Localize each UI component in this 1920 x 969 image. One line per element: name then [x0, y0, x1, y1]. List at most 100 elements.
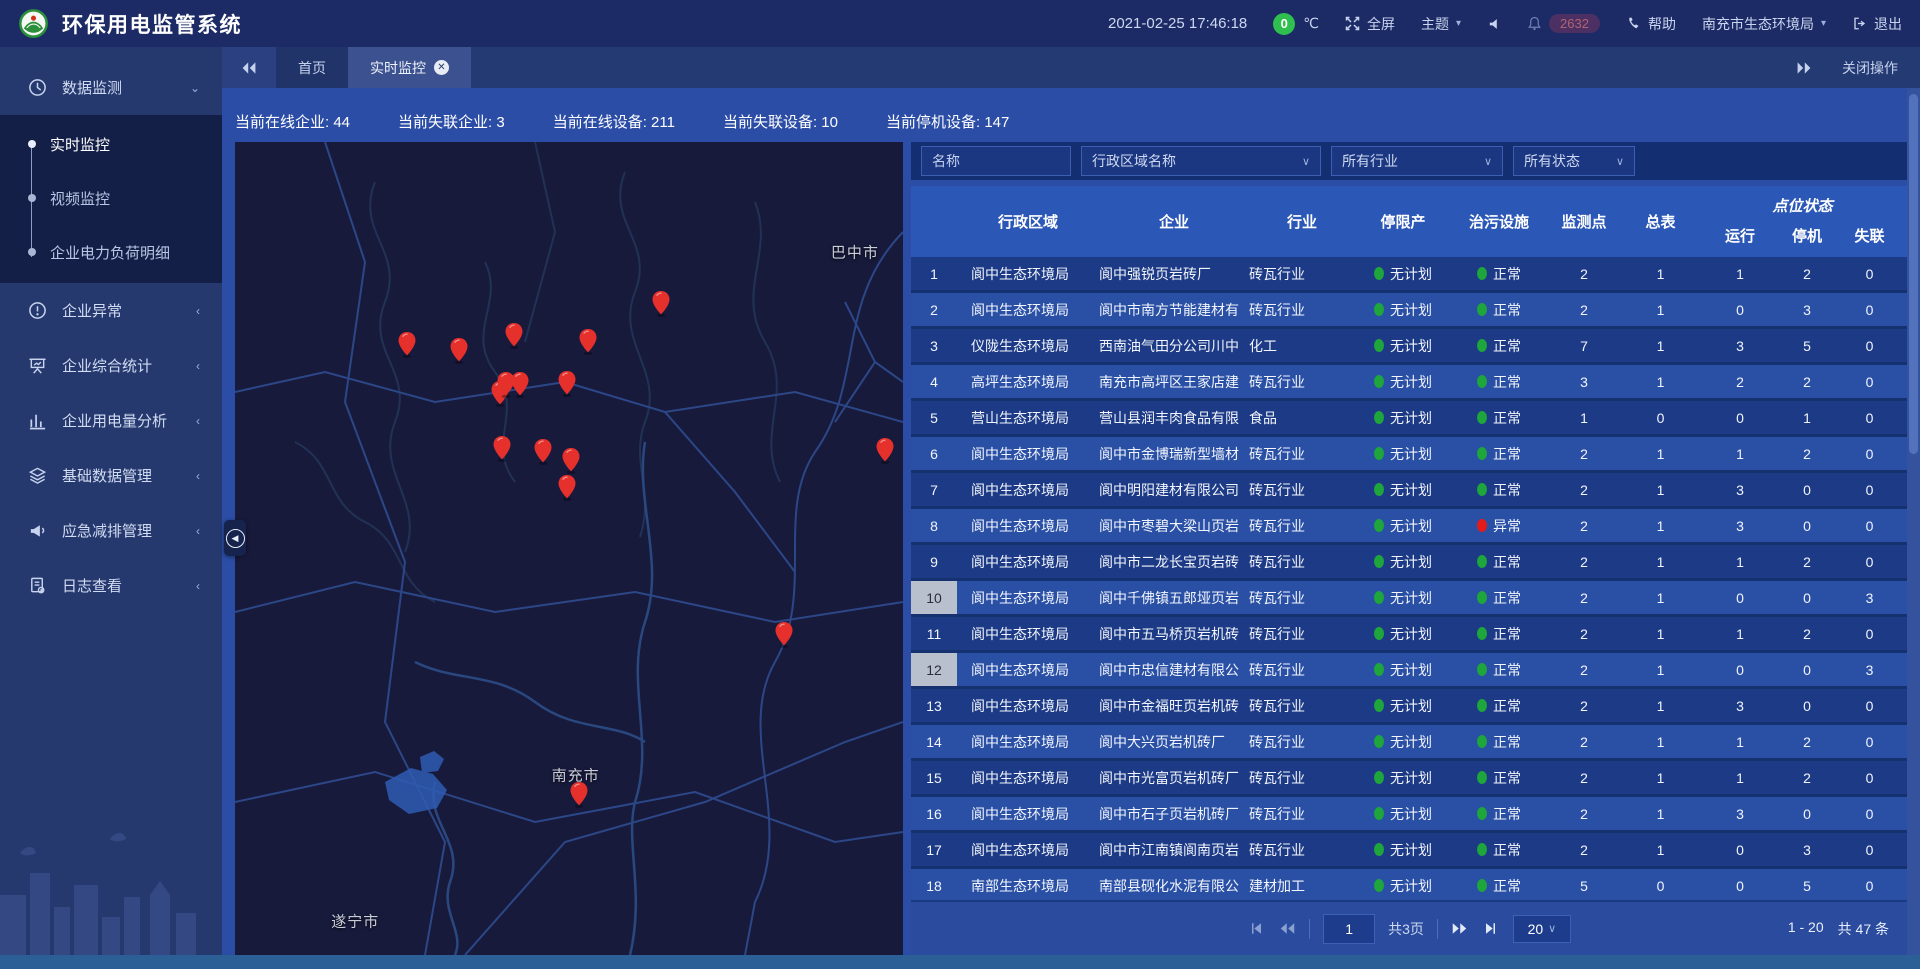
status-select[interactable]: 所有状态 ∨	[1513, 146, 1635, 176]
status-dot-icon	[1374, 699, 1384, 712]
map-panel[interactable]: ◀ 巴中市南充市遂宁市	[235, 142, 903, 955]
table-row[interactable]: 4高坪生态环境局南充市高坪区王家店建砖瓦行业无计划正常31220	[911, 365, 1907, 401]
map-collapse-handle[interactable]: ◀	[224, 520, 246, 556]
table-row[interactable]: 10阆中生态环境局阆中千佛镇五郎垭页岩砖瓦行业无计划正常21003	[911, 581, 1907, 617]
cell-company: 阆中大兴页岩机砖厂	[1099, 725, 1249, 758]
table-row[interactable]: 14阆中生态环境局阆中大兴页岩机砖厂砖瓦行业无计划正常21120	[911, 725, 1907, 761]
map-pin[interactable]	[450, 338, 468, 364]
notifications-button[interactable]: 2632	[1527, 14, 1600, 33]
name-input[interactable]	[921, 146, 1071, 176]
tabs-scroll-left-button[interactable]	[222, 47, 276, 88]
cell-lost-count: 0	[1834, 473, 1905, 506]
status-dot-icon	[1477, 483, 1487, 496]
region-select[interactable]: 行政区域名称 ∨	[1081, 146, 1321, 176]
close-operations-button[interactable]: 关闭操作	[1842, 58, 1898, 78]
cell-company: 阆中市五马桥页岩机砖	[1099, 617, 1249, 650]
map-pin[interactable]	[534, 439, 552, 465]
theme-button[interactable]: 主题 ▾	[1421, 14, 1461, 34]
table-row[interactable]: 15阆中生态环境局阆中市光富页岩机砖厂砖瓦行业无计划正常21120	[911, 761, 1907, 797]
map-pin[interactable]	[558, 371, 576, 397]
map-pin[interactable]	[652, 291, 670, 317]
cell-region: 阆中生态环境局	[957, 797, 1099, 830]
tabs-scroll-right-button[interactable]	[1796, 61, 1812, 75]
table-row[interactable]: 12阆中生态环境局阆中市忠信建材有限公砖瓦行业无计划正常21003	[911, 653, 1907, 689]
map-pin[interactable]	[775, 622, 793, 648]
logout-button[interactable]: 退出	[1852, 14, 1902, 34]
cell-production-status: 无计划	[1355, 653, 1451, 686]
sidebar-group-2[interactable]: 企业综合统计‹	[0, 338, 222, 393]
sidebar-group-label: 企业用电量分析	[62, 410, 167, 431]
map-pin[interactable]	[505, 323, 523, 349]
table-row[interactable]: 18南部生态环境局南部县砚化水泥有限公建材加工无计划正常50050	[911, 869, 1907, 900]
page-first-button[interactable]	[1247, 920, 1265, 938]
map-pin[interactable]	[398, 332, 416, 358]
sidebar-group-0[interactable]: 数据监测⌄	[0, 60, 222, 115]
cell-meter-count: 1	[1621, 329, 1700, 362]
content-scrollbar[interactable]	[1907, 88, 1920, 955]
map-pin[interactable]	[511, 372, 529, 398]
cell-facility-label: 正常	[1493, 696, 1521, 716]
table-row[interactable]: 9阆中生态环境局阆中市二龙长宝页岩砖砖瓦行业无计划正常21120	[911, 545, 1907, 581]
content-area: 当前在线企业: 44当前失联企业: 3当前在线设备: 211当前失联设备: 10…	[222, 88, 1920, 955]
cell-industry: 砖瓦行业	[1249, 545, 1355, 578]
scrollbar-thumb[interactable]	[1909, 94, 1918, 454]
page-input[interactable]	[1323, 914, 1375, 944]
sidebar-group-4[interactable]: 基础数据管理‹	[0, 448, 222, 503]
table-row[interactable]: 13阆中生态环境局阆中市金福旺页岩机砖砖瓦行业无计划正常21300	[911, 689, 1907, 725]
page-next-button[interactable]	[1451, 920, 1469, 938]
sidebar-group-5[interactable]: 应急减排管理‹	[0, 503, 222, 558]
table-row[interactable]: 7阆中生态环境局阆中明阳建材有限公司砖瓦行业无计划正常21300	[911, 473, 1907, 509]
cell-index: 10	[911, 581, 957, 614]
user-menu[interactable]: 南充市生态环境局 ▾	[1702, 14, 1826, 34]
map-pin[interactable]	[876, 438, 894, 464]
tab-close-icon[interactable]: ✕	[434, 60, 449, 75]
tab-realtime-monitoring[interactable]: 实时监控 ✕	[348, 47, 471, 88]
cell-region: 阆中生态环境局	[957, 437, 1099, 470]
sidebar-group-label: 数据监测	[62, 77, 122, 98]
mute-button[interactable]	[1487, 17, 1501, 31]
page-size-select[interactable]: 20 ∨	[1513, 915, 1571, 943]
table-row[interactable]: 2阆中生态环境局阆中市南方节能建材有砖瓦行业无计划正常21030	[911, 293, 1907, 329]
gauge-icon	[28, 78, 48, 98]
table-row[interactable]: 1阆中生态环境局阆中强锐页岩砖厂砖瓦行业无计划正常21120	[911, 257, 1907, 293]
cell-facility-label: 正常	[1493, 480, 1521, 500]
cell-facility-status: 正常	[1451, 833, 1547, 866]
table-row[interactable]: 16阆中生态环境局阆中市石子页岩机砖厂砖瓦行业无计划正常21300	[911, 797, 1907, 833]
col-stop: 停机	[1780, 225, 1834, 246]
logout-label: 退出	[1874, 14, 1902, 34]
sidebar-item-0-2[interactable]: 企业电力负荷明细	[0, 225, 222, 279]
map-pin[interactable]	[579, 329, 597, 355]
col-facility: 治污设施	[1451, 186, 1547, 257]
tab-home[interactable]: 首页	[276, 47, 348, 88]
map-pin[interactable]	[570, 782, 588, 808]
cell-run-count: 3	[1700, 797, 1780, 830]
map-pin[interactable]	[493, 436, 511, 462]
cell-lost-count: 0	[1834, 617, 1905, 650]
cell-facility-status: 正常	[1451, 761, 1547, 794]
table-row[interactable]: 5营山生态环境局营山县润丰肉食品有限食品无计划正常10010	[911, 401, 1907, 437]
cell-lost-count: 0	[1834, 869, 1905, 900]
logout-icon	[1852, 16, 1867, 31]
industry-select[interactable]: 所有行业 ∨	[1331, 146, 1503, 176]
fullscreen-button[interactable]: 全屏	[1345, 14, 1395, 34]
cell-monitor-count: 2	[1547, 761, 1621, 794]
page-prev-button[interactable]	[1278, 920, 1296, 938]
table-row[interactable]: 8阆中生态环境局阆中市枣碧大梁山页岩砖瓦行业无计划异常21300	[911, 509, 1907, 545]
table-row[interactable]: 6阆中生态环境局阆中市金博瑞新型墙材砖瓦行业无计划正常21120	[911, 437, 1907, 473]
chevron-left-icon: ‹	[196, 524, 200, 538]
map-pin[interactable]	[562, 448, 580, 474]
page-last-button[interactable]	[1482, 920, 1500, 938]
table-row[interactable]: 11阆中生态环境局阆中市五马桥页岩机砖砖瓦行业无计划正常21120	[911, 617, 1907, 653]
map-pin[interactable]	[558, 475, 576, 501]
cell-production-status: 无计划	[1355, 617, 1451, 650]
sidebar-item-0-0[interactable]: 实时监控	[0, 117, 222, 171]
table-row[interactable]: 3仪陇生态环境局西南油气田分公司川中化工无计划正常71350	[911, 329, 1907, 365]
status-select-value: 所有状态	[1524, 151, 1580, 171]
sidebar-group-6[interactable]: 日志查看‹	[0, 558, 222, 613]
cell-industry: 砖瓦行业	[1249, 473, 1355, 506]
sidebar-item-0-1[interactable]: 视频监控	[0, 171, 222, 225]
sidebar-group-1[interactable]: 企业异常‹	[0, 283, 222, 338]
sidebar-group-3[interactable]: 企业用电量分析‹	[0, 393, 222, 448]
help-button[interactable]: 帮助	[1626, 14, 1676, 34]
table-row[interactable]: 17阆中生态环境局阆中市江南镇阆南页岩砖瓦行业无计划正常21030	[911, 833, 1907, 869]
